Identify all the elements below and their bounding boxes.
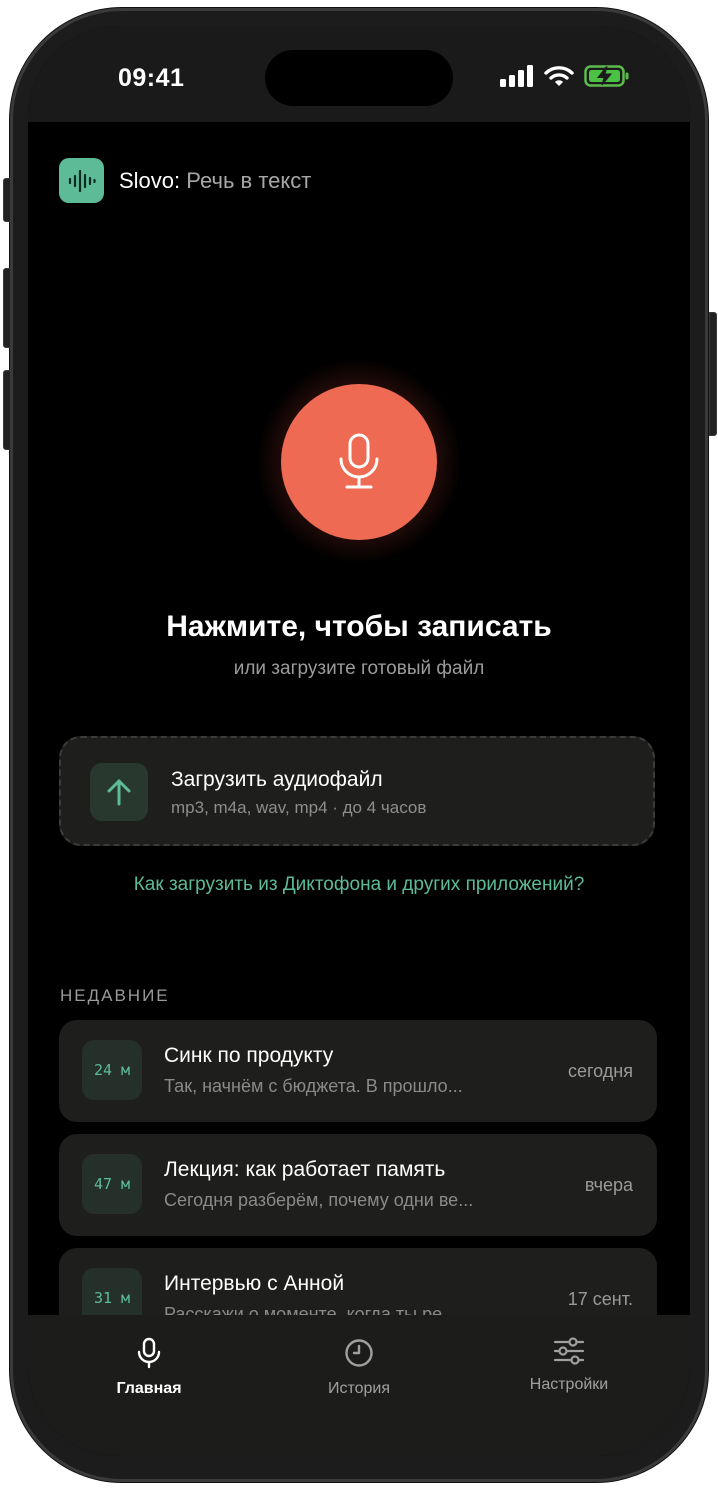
wifi-icon [544, 66, 574, 86]
status-icons [500, 64, 630, 88]
upload-icon-tile [90, 763, 148, 821]
volume-up-button [3, 268, 11, 348]
recent-section-title: НЕДАВНИЕ [60, 986, 170, 1005]
tab-settings[interactable]: Настройки [484, 1337, 654, 1394]
clock-icon [345, 1339, 373, 1367]
app-name: Slovo [119, 167, 175, 193]
recent-item-date: 17 сент. [567, 1289, 633, 1309]
recent-item[interactable]: 47 м Лекция: как работает память Сегодня… [59, 1134, 657, 1236]
recent-item[interactable]: 24 м Синк по продукту Так, начнём с бюдж… [59, 1020, 657, 1122]
screen: 09:41 Slovo: Речь в текст Нажмите, чтобы… [28, 26, 690, 1456]
battery-charging-icon [584, 65, 629, 87]
record-headline: Нажмите, чтобы записать [166, 610, 552, 643]
microphone-icon [339, 433, 379, 489]
duration-badge: 47 м [82, 1154, 142, 1214]
upload-title: Загрузить аудиофайл [171, 768, 383, 791]
app-name-separator: : [174, 167, 181, 193]
power-button [709, 312, 717, 436]
recent-item-title: Интервью с Анной [164, 1272, 345, 1295]
action-button [3, 178, 11, 222]
upload-formats: mp3, m4a, wav, mp4 · до 4 часов [171, 798, 427, 817]
tab-history-label: История [327, 1380, 391, 1397]
recent-item-date: сегодня [568, 1061, 633, 1081]
tab-history[interactable]: История [274, 1337, 444, 1398]
sliders-icon [553, 1337, 585, 1365]
record-button[interactable] [281, 384, 437, 540]
app-logo [59, 158, 104, 203]
status-bar: 09:41 [28, 26, 690, 122]
status-time: 09:41 [118, 64, 185, 92]
cellular-signal-icon [500, 65, 533, 87]
recent-item-snippet: Сегодня разберём, почему одни ве... [164, 1190, 474, 1210]
tab-home[interactable]: Главная [64, 1337, 234, 1398]
app-title: Slovo: Речь в текст [119, 168, 311, 194]
duration-badge: 24 м [82, 1040, 142, 1100]
tab-bar: Главная История Настройки [28, 1315, 690, 1456]
tab-home-label: Главная [116, 1380, 182, 1397]
recent-item-title: Синк по продукту [164, 1044, 334, 1067]
recent-item-snippet: Так, начнём с бюджета. В прошло... [164, 1076, 463, 1096]
waveform-icon [68, 169, 96, 192]
volume-down-button [3, 370, 11, 450]
dynamic-island [265, 50, 453, 106]
tab-settings-label: Настройки [529, 1376, 609, 1393]
app-header: Slovo: Речь в текст [59, 158, 311, 203]
import-help-link[interactable]: Как загрузить из Диктофона и других прил… [28, 874, 690, 896]
microphone-icon [137, 1337, 161, 1369]
arrow-up-icon [107, 779, 131, 806]
recent-item-title: Лекция: как работает память [164, 1158, 446, 1181]
recent-item-date: вчера [584, 1175, 633, 1195]
app-subtitle: Речь в текст [186, 167, 312, 193]
upload-audio-button[interactable]: Загрузить аудиофайл mp3, m4a, wav, mp4 ·… [59, 736, 655, 846]
record-subline: или загрузите готовый файл [233, 658, 485, 679]
